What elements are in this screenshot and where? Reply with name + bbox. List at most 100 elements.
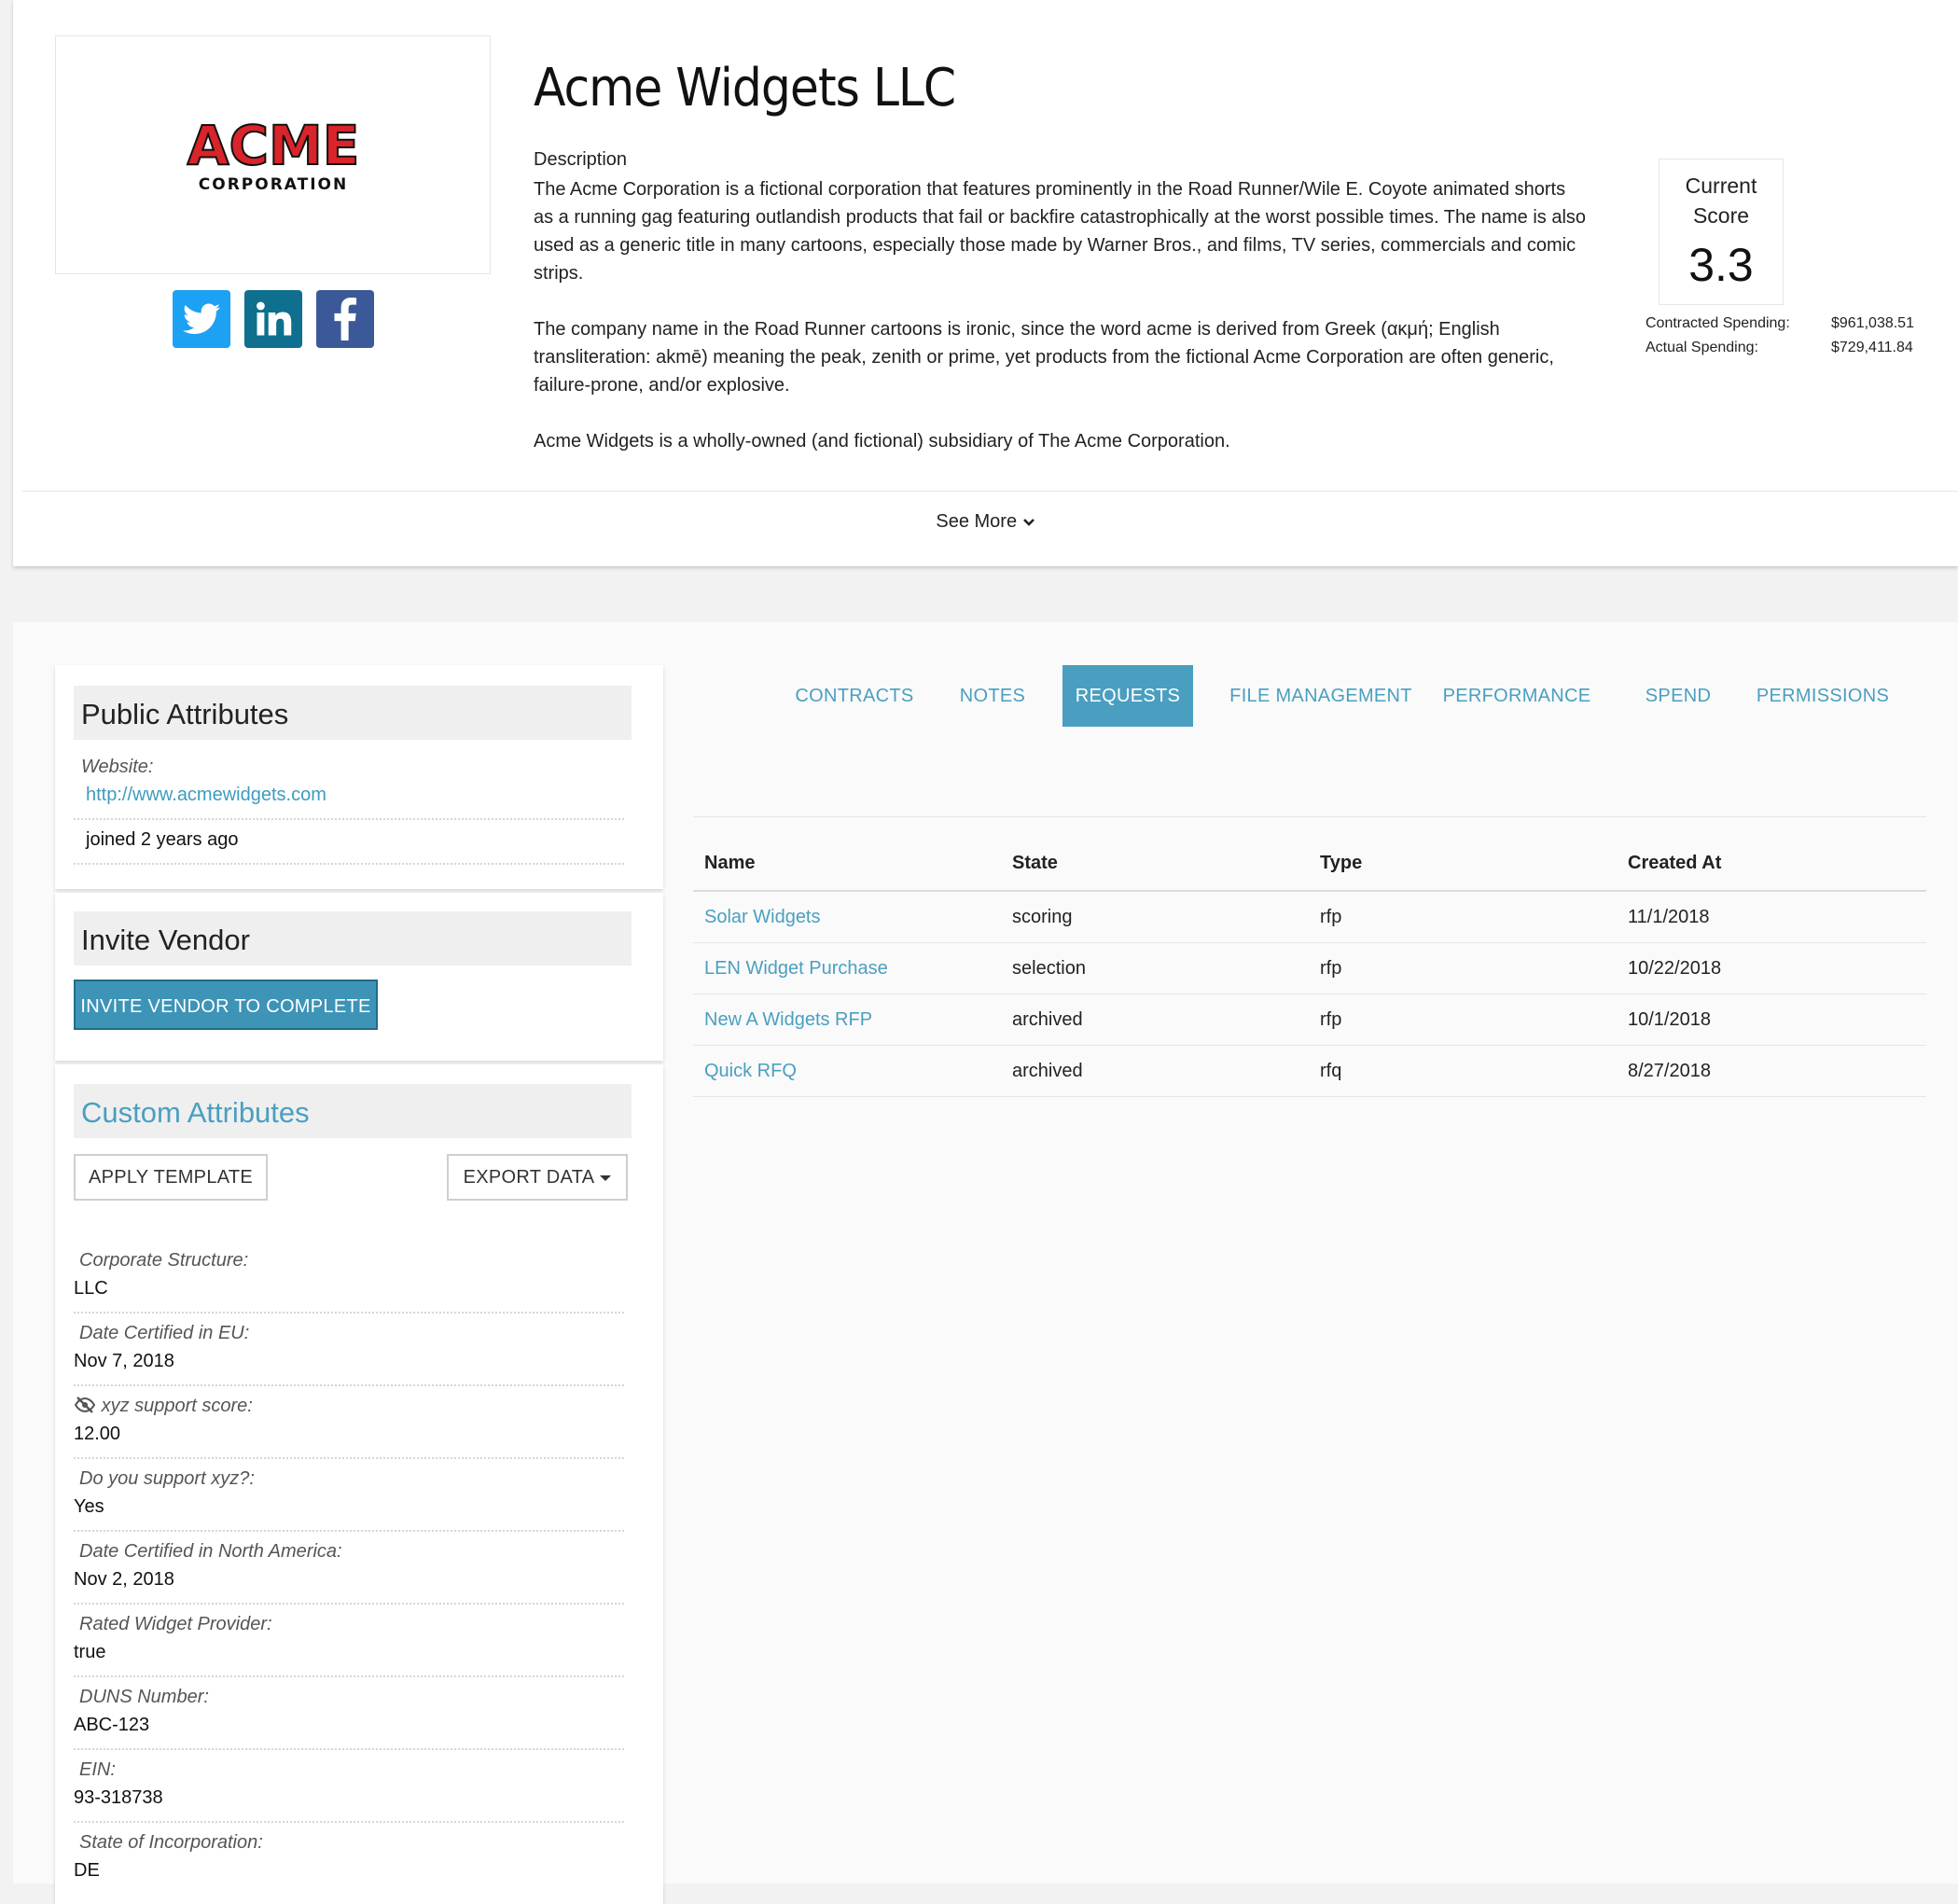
attribute-value: LLC bbox=[74, 1278, 108, 1299]
divider bbox=[22, 491, 1958, 492]
tab-spend[interactable]: SPEND bbox=[1636, 665, 1720, 727]
request-created-at: 10/22/2018 bbox=[1617, 942, 1926, 994]
divider bbox=[74, 1675, 624, 1677]
facebook-icon[interactable] bbox=[316, 290, 374, 348]
attribute-value: Nov 7, 2018 bbox=[74, 1351, 174, 1371]
request-state: archived bbox=[1001, 994, 1309, 1046]
description-label: Description bbox=[534, 149, 628, 170]
divider bbox=[74, 1384, 624, 1386]
request-state: archived bbox=[1001, 1045, 1309, 1097]
current-score-box: Current Score 3.3 bbox=[1659, 159, 1784, 305]
divider bbox=[74, 1312, 624, 1313]
divider bbox=[693, 816, 1926, 817]
attribute-label: Corporate Structure: bbox=[79, 1250, 249, 1271]
request-state: selection bbox=[1001, 942, 1309, 994]
vendor-profile-card: ACME CORPORATION Acme Widgets LLC Descri… bbox=[13, 0, 1958, 566]
vendor-details-section: Public Attributes Website: http://www.ac… bbox=[13, 622, 1958, 1904]
caret-down-icon bbox=[600, 1174, 612, 1181]
attribute-value: 93-318738 bbox=[74, 1787, 163, 1808]
twitter-icon[interactable] bbox=[173, 290, 230, 348]
table-row: LEN Widget Purchase selection rfp 10/22/… bbox=[693, 942, 1926, 994]
custom-attributes-panel: Custom Attributes APPLY TEMPLATE EXPORT … bbox=[55, 1064, 663, 1904]
contracted-spending-label: Contracted Spending: bbox=[1646, 315, 1790, 331]
see-more-label: See More bbox=[936, 511, 1018, 532]
actual-spending-label: Actual Spending: bbox=[1646, 340, 1758, 355]
apply-template-button[interactable]: APPLY TEMPLATE bbox=[74, 1154, 268, 1201]
attribute-value: DE bbox=[74, 1860, 100, 1881]
attribute-item: EIN: 93-318738 bbox=[74, 1759, 624, 1830]
requests-table: Name State Type Created At Solar Widgets… bbox=[693, 836, 1926, 1097]
invite-vendor-button[interactable]: INVITE VENDOR TO COMPLETE bbox=[74, 980, 378, 1030]
column-header-type[interactable]: Type bbox=[1309, 836, 1617, 892]
website-label: Website: bbox=[81, 757, 154, 777]
tab-file-management[interactable]: FILE MANAGEMENT bbox=[1226, 665, 1416, 727]
attribute-value: Yes bbox=[74, 1496, 104, 1517]
column-header-state[interactable]: State bbox=[1001, 836, 1309, 892]
description-paragraph: Acme Widgets is a wholly-owned (and fict… bbox=[534, 431, 1230, 452]
tab-permissions[interactable]: PERMISSIONS bbox=[1748, 665, 1897, 727]
request-type: rfp bbox=[1309, 942, 1617, 994]
request-created-at: 11/1/2018 bbox=[1617, 891, 1926, 943]
column-header-created-at[interactable]: Created At bbox=[1617, 836, 1926, 892]
tab-requests[interactable]: REQUESTS bbox=[1062, 665, 1193, 727]
attribute-label: Do you support xyz?: bbox=[79, 1468, 255, 1489]
logo-top-text: ACME bbox=[187, 114, 359, 177]
tab-performance[interactable]: PERFORMANCE bbox=[1440, 665, 1593, 727]
acme-logo-icon: ACME CORPORATION bbox=[186, 113, 360, 194]
logo-bottom-text: CORPORATION bbox=[198, 175, 347, 194]
attribute-label: State of Incorporation: bbox=[79, 1832, 263, 1853]
invite-vendor-panel: Invite Vendor INVITE VENDOR TO COMPLETE bbox=[55, 893, 663, 1061]
request-name-link[interactable]: LEN Widget Purchase bbox=[704, 958, 888, 979]
contracted-spending-value: $961,038.51 bbox=[1831, 315, 1914, 331]
eye-slash-icon bbox=[74, 1397, 96, 1413]
joined-text: joined 2 years ago bbox=[86, 829, 239, 850]
public-attributes-header: Public Attributes bbox=[74, 686, 632, 740]
request-created-at: 8/27/2018 bbox=[1617, 1045, 1926, 1097]
website-link[interactable]: http://www.acmewidgets.com bbox=[86, 785, 326, 806]
attribute-label: Rated Widget Provider: bbox=[79, 1614, 272, 1634]
table-row: Quick RFQ archived rfq 8/27/2018 bbox=[693, 1045, 1926, 1097]
actual-spending-value: $729,411.84 bbox=[1831, 340, 1913, 355]
column-header-name[interactable]: Name bbox=[693, 836, 1001, 892]
divider bbox=[74, 1530, 624, 1532]
request-name-link[interactable]: Solar Widgets bbox=[704, 907, 821, 927]
attribute-label: Date Certified in North America: bbox=[79, 1541, 342, 1562]
contracted-spending-row: Contracted Spending: $961,038.51 bbox=[1646, 315, 1914, 332]
custom-attributes-header[interactable]: Custom Attributes bbox=[74, 1084, 632, 1138]
description-paragraph: The company name in the Road Runner cart… bbox=[534, 319, 1554, 396]
attribute-value: 12.00 bbox=[74, 1424, 121, 1444]
attribute-item: State of Incorporation: DE bbox=[74, 1832, 624, 1903]
attribute-item: Rated Widget Provider: true bbox=[74, 1614, 624, 1685]
request-name-link[interactable]: New A Widgets RFP bbox=[704, 1009, 872, 1030]
description-paragraph: The Acme Corporation is a fictional corp… bbox=[534, 179, 1587, 284]
custom-attributes-title[interactable]: Custom Attributes bbox=[81, 1096, 310, 1130]
divider bbox=[74, 818, 624, 820]
attribute-item: Date Certified in North America: Nov 2, … bbox=[74, 1541, 624, 1612]
export-data-button[interactable]: EXPORT DATA bbox=[447, 1154, 628, 1201]
export-data-label: EXPORT DATA bbox=[463, 1167, 595, 1188]
divider bbox=[74, 1457, 624, 1459]
attribute-label-wrap: xyz support score: bbox=[74, 1396, 253, 1417]
invite-vendor-title: Invite Vendor bbox=[81, 924, 250, 956]
linkedin-icon[interactable] bbox=[244, 290, 302, 348]
request-type: rfp bbox=[1309, 994, 1617, 1046]
tab-notes[interactable]: NOTES bbox=[946, 665, 1039, 727]
attribute-label: EIN: bbox=[79, 1759, 116, 1780]
attribute-value: true bbox=[74, 1642, 106, 1662]
request-type: rfp bbox=[1309, 891, 1617, 943]
attribute-item: Corporate Structure: LLC bbox=[74, 1250, 624, 1321]
divider bbox=[74, 863, 624, 865]
invite-vendor-header: Invite Vendor bbox=[74, 911, 632, 966]
attribute-item: DUNS Number: ABC-123 bbox=[74, 1687, 624, 1758]
current-score-label: Current Score bbox=[1685, 174, 1757, 228]
vendor-description: The Acme Corporation is a fictional corp… bbox=[534, 175, 1588, 483]
divider bbox=[74, 1603, 624, 1605]
tab-contracts[interactable]: CONTRACTS bbox=[771, 665, 938, 727]
request-name-link[interactable]: Quick RFQ bbox=[704, 1061, 797, 1081]
see-more-button[interactable]: See More bbox=[13, 511, 1958, 533]
attribute-item: Do you support xyz?: Yes bbox=[74, 1468, 624, 1539]
attribute-item: Date Certified in EU: Nov 7, 2018 bbox=[74, 1323, 624, 1394]
attribute-item: xyz support score: 12.00 bbox=[74, 1396, 624, 1466]
current-score-value: 3.3 bbox=[1688, 239, 1754, 291]
divider bbox=[74, 1748, 624, 1750]
